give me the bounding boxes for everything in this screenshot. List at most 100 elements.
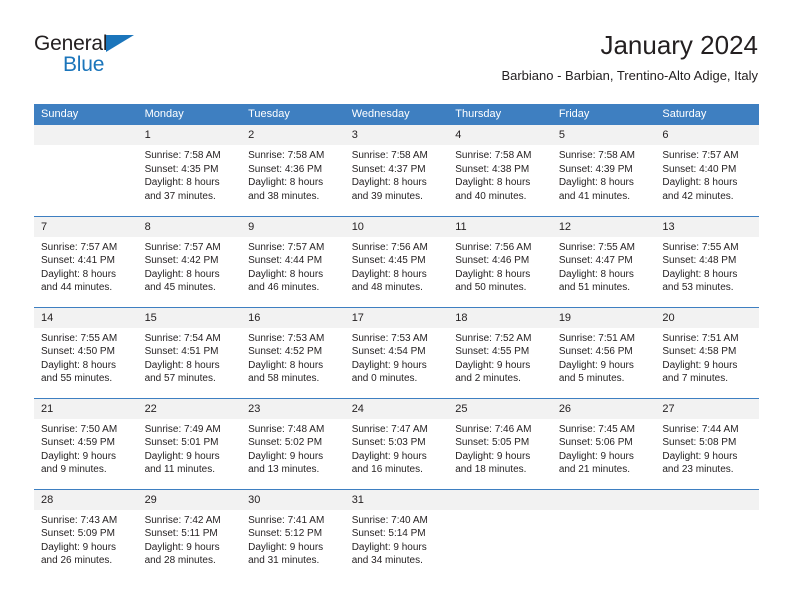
sunrise-text: Sunrise: 7:45 AM (558, 423, 635, 435)
calendar-day-cell[interactable]: 19 Sunrise: 7:51 AM Sunset: 4:56 PM Dayligh… (551, 306, 656, 398)
weekday-header-thursday: Thursday (448, 104, 552, 125)
calendar-day-cell[interactable]: 28 Sunrise: 7:43 AM Sunset: 5:09 PM Dayligh… (34, 488, 138, 580)
daylight-text: Daylight: 9 hours (351, 450, 427, 462)
day-number: 17 (344, 307, 449, 328)
page-title: January 2024 (600, 30, 758, 60)
day-number: 29 (137, 489, 242, 510)
sunset-text: Sunset: 4:52 PM (248, 346, 323, 358)
calendar-day-cell[interactable]: 10 Sunrise: 7:56 AM Sunset: 4:45 PM Dayligh… (344, 215, 449, 307)
sunrise-text: Sunrise: 7:53 AM (248, 332, 325, 344)
sunset-text: Sunset: 4:50 PM (41, 346, 115, 358)
day-sun-info: Sunrise: 7:56 AM Sunset: 4:45 PM Daylight:… (345, 237, 449, 295)
sunrise-text: Sunrise: 7:58 AM (558, 150, 635, 161)
sunset-text: Sunset: 4:51 PM (144, 346, 219, 358)
calendar-day-cell[interactable]: 3 Sunrise: 7:58 AM Sunset: 4:37 PM Daylight… (344, 125, 449, 216)
daylight-text: and 57 minutes. (144, 373, 216, 385)
daylight-text: Daylight: 8 hours (662, 268, 738, 280)
weekday-header-tuesday: Tuesday (241, 104, 345, 125)
day-sun-info: Sunrise: 7:54 AM Sunset: 4:51 PM Daylight:… (138, 328, 242, 386)
day-sun-info: Sunrise: 7:57 AM Sunset: 4:41 PM Daylight:… (34, 237, 138, 295)
sunrise-text: Sunrise: 7:58 AM (248, 150, 325, 161)
day-sun-info: Sunrise: 7:40 AM Sunset: 5:14 PM Daylight:… (345, 510, 449, 568)
daylight-text: and 7 minutes. (662, 373, 728, 385)
calendar-day-cell[interactable]: 1 Sunrise: 7:58 AM Sunset: 4:35 PM Daylight… (137, 125, 242, 216)
day-sun-info: Sunrise: 7:55 AM Sunset: 4:47 PM Daylight:… (552, 237, 656, 295)
calendar-day-cell[interactable]: 16 Sunrise: 7:53 AM Sunset: 4:52 PM Dayligh… (241, 306, 345, 398)
daylight-text: Daylight: 8 hours (455, 177, 531, 189)
day-sun-info: Sunrise: 7:41 AM Sunset: 5:12 PM Daylight:… (241, 510, 345, 568)
daylight-text: and 13 minutes. (248, 464, 320, 476)
calendar-day-cell[interactable]: 30 Sunrise: 7:41 AM Sunset: 5:12 PM Dayligh… (241, 488, 345, 580)
daylight-text: Daylight: 9 hours (455, 359, 531, 371)
daylight-text: and 55 minutes. (41, 373, 113, 385)
daylight-text: Daylight: 9 hours (41, 541, 117, 553)
calendar-day-cell[interactable]: 4 Sunrise: 7:58 AM Sunset: 4:38 PM Daylight… (448, 125, 552, 216)
daylight-text: and 50 minutes. (455, 282, 527, 294)
calendar-day-cell[interactable]: 6 Sunrise: 7:57 AM Sunset: 4:40 PM Daylight… (655, 125, 759, 216)
day-sun-info (448, 510, 552, 514)
calendar-day-cell[interactable]: 29 Sunrise: 7:42 AM Sunset: 5:11 PM Dayligh… (137, 488, 242, 580)
day-sun-info: Sunrise: 7:45 AM Sunset: 5:06 PM Daylight:… (552, 419, 656, 477)
day-sun-info: Sunrise: 7:58 AM Sunset: 4:36 PM Daylight:… (241, 145, 345, 203)
calendar-day-cell[interactable]: 22 Sunrise: 7:49 AM Sunset: 5:01 PM Dayligh… (137, 397, 242, 489)
calendar-day-cell[interactable]: 21 Sunrise: 7:50 AM Sunset: 4:59 PM Dayligh… (34, 397, 138, 489)
sunset-text: Sunset: 4:48 PM (662, 255, 737, 267)
calendar-day-cell[interactable]: 8 Sunrise: 7:57 AM Sunset: 4:42 PM Daylight… (137, 215, 242, 307)
day-number: 8 (137, 216, 242, 237)
daylight-text: and 39 minutes. (351, 190, 423, 202)
title-block: January 2024 Barbiano - Barbian, Trentin… (501, 28, 758, 86)
daylight-text: Daylight: 9 hours (662, 450, 738, 462)
daylight-text: Daylight: 9 hours (41, 450, 117, 462)
day-number: 25 (448, 398, 552, 419)
day-number: 3 (344, 125, 449, 145)
general-blue-logo[interactable]: General Blue (34, 32, 184, 84)
day-number: 31 (344, 489, 449, 510)
sunset-text: Sunset: 5:08 PM (662, 437, 737, 449)
calendar-day-cell[interactable]: 15 Sunrise: 7:54 AM Sunset: 4:51 PM Dayligh… (137, 306, 242, 398)
daylight-text: Daylight: 8 hours (558, 177, 634, 189)
sunset-text: Sunset: 4:35 PM (144, 163, 219, 175)
calendar-day-cell[interactable]: 20 Sunrise: 7:51 AM Sunset: 4:58 PM Dayligh… (655, 306, 759, 398)
calendar-day-cell[interactable]: 24 Sunrise: 7:47 AM Sunset: 5:03 PM Dayligh… (344, 397, 449, 489)
calendar-week-row: 21 Sunrise: 7:50 AM Sunset: 4:59 PM Dayligh… (34, 397, 759, 489)
daylight-text: and 53 minutes. (662, 282, 734, 294)
day-number: 24 (344, 398, 449, 419)
calendar-day-cell-empty (34, 125, 138, 216)
day-number: 6 (655, 125, 759, 145)
day-number: 10 (344, 216, 449, 237)
day-sun-info: Sunrise: 7:57 AM Sunset: 4:40 PM Daylight:… (655, 145, 759, 203)
sunrise-text: Sunrise: 7:51 AM (662, 332, 739, 344)
sunrise-text: Sunrise: 7:48 AM (248, 423, 325, 435)
daylight-text: Daylight: 8 hours (41, 268, 117, 280)
day-number: 18 (448, 307, 552, 328)
calendar-day-cell[interactable]: 13 Sunrise: 7:55 AM Sunset: 4:48 PM Dayligh… (655, 215, 759, 307)
calendar-day-cell[interactable]: 27 Sunrise: 7:44 AM Sunset: 5:08 PM Dayligh… (655, 397, 759, 489)
calendar-day-cell[interactable]: 23 Sunrise: 7:48 AM Sunset: 5:02 PM Dayligh… (241, 397, 345, 489)
day-sun-info (655, 510, 759, 514)
day-sun-info: Sunrise: 7:58 AM Sunset: 4:35 PM Daylight:… (138, 145, 242, 203)
calendar-day-cell[interactable]: 2 Sunrise: 7:58 AM Sunset: 4:36 PM Daylight… (241, 125, 345, 216)
day-number: 26 (551, 398, 656, 419)
day-number (448, 489, 552, 510)
calendar-day-cell[interactable]: 31 Sunrise: 7:40 AM Sunset: 5:14 PM Dayligh… (344, 488, 449, 580)
sunrise-text: Sunrise: 7:55 AM (41, 332, 118, 344)
calendar-day-cell[interactable]: 5 Sunrise: 7:58 AM Sunset: 4:39 PM Daylight… (551, 125, 656, 216)
day-number: 9 (241, 216, 345, 237)
daylight-text: Daylight: 8 hours (248, 268, 324, 280)
daylight-text: Daylight: 9 hours (144, 541, 220, 553)
day-number: 12 (551, 216, 656, 237)
sunrise-text: Sunrise: 7:44 AM (662, 423, 739, 435)
day-number: 16 (241, 307, 345, 328)
calendar-day-cell[interactable]: 9 Sunrise: 7:57 AM Sunset: 4:44 PM Daylight… (241, 215, 345, 307)
calendar-day-cell[interactable]: 26 Sunrise: 7:45 AM Sunset: 5:06 PM Dayligh… (551, 397, 656, 489)
calendar-day-cell[interactable]: 7 Sunrise: 7:57 AM Sunset: 4:41 PM Daylight… (34, 215, 138, 307)
sunrise-text: Sunrise: 7:46 AM (455, 423, 532, 435)
calendar-table: Sunday Monday Tuesday Wednesday Thursday Frid… (34, 104, 759, 580)
calendar-day-cell[interactable]: 17 Sunrise: 7:53 AM Sunset: 4:54 PM Dayligh… (344, 306, 449, 398)
calendar-day-cell[interactable]: 18 Sunrise: 7:52 AM Sunset: 4:55 PM Dayligh… (448, 306, 552, 398)
calendar-day-cell[interactable]: 25 Sunrise: 7:46 AM Sunset: 5:05 PM Dayligh… (448, 397, 552, 489)
calendar-day-cell[interactable]: 11 Sunrise: 7:56 AM Sunset: 4:46 PM Dayligh… (448, 215, 552, 307)
calendar-day-cell[interactable]: 12 Sunrise: 7:55 AM Sunset: 4:47 PM Dayligh… (551, 215, 656, 307)
daylight-text: Daylight: 9 hours (144, 450, 220, 462)
calendar-day-cell[interactable]: 14 Sunrise: 7:55 AM Sunset: 4:50 PM Dayligh… (34, 306, 138, 398)
